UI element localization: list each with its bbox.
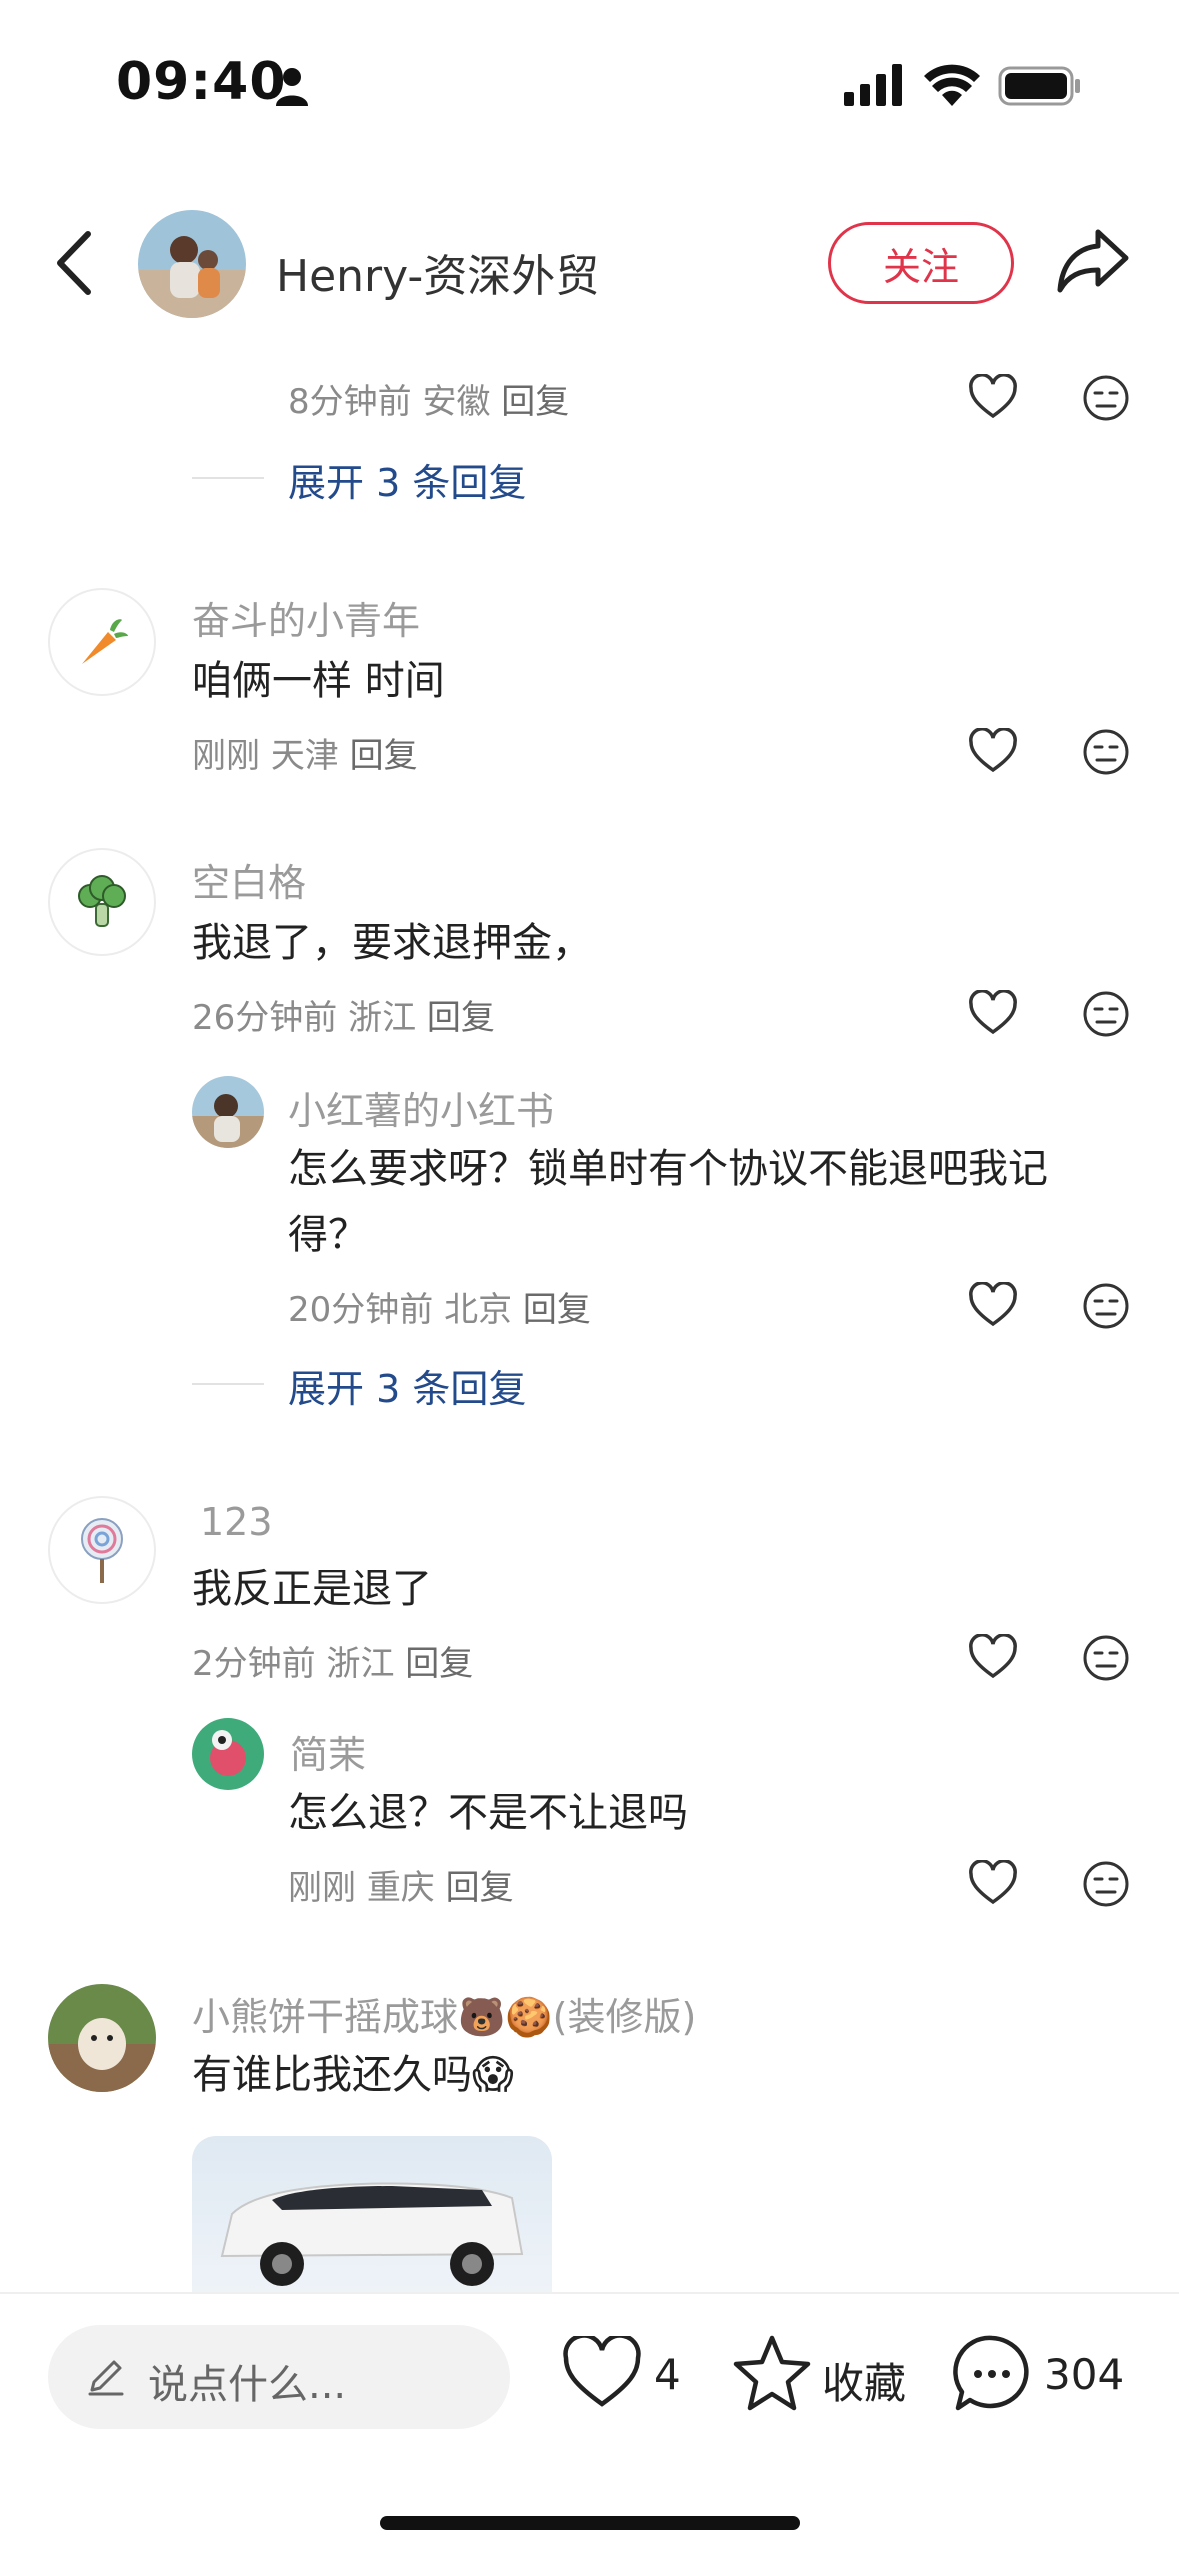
comment-location: 浙江 <box>348 998 417 1038</box>
comment-time: 8分钟前 <box>288 382 412 422</box>
reply-meta: 刚刚 重庆 回复 <box>288 1860 514 1909</box>
avatar[interactable] <box>48 848 156 956</box>
comment-text: 我反正是退了 <box>192 1566 432 1612</box>
like-icon[interactable] <box>968 728 1018 774</box>
lollipop-icon <box>81 1518 123 1583</box>
avatar[interactable] <box>48 588 156 696</box>
reply-button[interactable]: 回复 <box>405 1644 473 1684</box>
reply-text: 怎么要求呀？锁单时有个协议不能退吧我记 得？ <box>288 1136 1048 1268</box>
comment-username[interactable]: 小熊饼干摇成球🐻🍪(装修版) <box>192 1986 696 2041</box>
comment-time: 刚刚 <box>192 736 260 776</box>
comment-time: 26分钟前 <box>192 998 338 1038</box>
comment-meta: 刚刚 天津 回复 <box>192 728 418 777</box>
comment-location: 天津 <box>270 736 339 776</box>
comment-username[interactable]: 空白格 <box>192 852 306 907</box>
follow-button[interactable]: 关注 <box>828 222 1014 304</box>
expand-replies-link[interactable]: 展开 3 条回复 <box>288 452 526 507</box>
collect-label[interactable]: 收藏 <box>822 2350 906 2411</box>
home-indicator[interactable] <box>380 2516 800 2530</box>
reply-button[interactable]: 回复 <box>427 998 495 1038</box>
comment-meta: 2分钟前 浙江 回复 <box>192 1636 473 1685</box>
expand-divider <box>192 477 264 479</box>
pencil-icon <box>88 2360 124 2396</box>
like-icon[interactable] <box>968 1634 1018 1680</box>
avatar[interactable] <box>192 1718 264 1790</box>
status-time: 09:40 <box>116 52 287 112</box>
carrot-icon <box>82 619 128 664</box>
comment-username[interactable]: 奋斗的小青年 <box>192 590 420 645</box>
comment-username[interactable]: 123 <box>200 1500 273 1544</box>
reply-time: 20分钟前 <box>288 1290 434 1330</box>
reply-time: 刚刚 <box>288 1868 356 1908</box>
reply-username[interactable]: 小红薯的小红书 <box>288 1080 554 1135</box>
comment-input-placeholder[interactable]: 说点什么... <box>148 2352 346 2410</box>
reply-button[interactable]: 回复 <box>350 736 418 776</box>
dislike-face-icon[interactable] <box>1082 990 1130 1038</box>
reply-text-line1: 怎么要求呀？锁单时有个协议不能退吧我记 <box>288 1146 1048 1192</box>
reply-button[interactable]: 回复 <box>446 1868 514 1908</box>
reply-text-line2: 得？ <box>288 1212 368 1258</box>
heart-icon[interactable] <box>562 2336 642 2410</box>
comment-text: 我退了，要求退押金， <box>192 920 592 966</box>
bottom-divider <box>0 2292 1179 2294</box>
comment-text: 咱俩一样 时间 <box>192 658 445 704</box>
reply-button[interactable]: 回复 <box>501 382 569 422</box>
back-chevron-icon[interactable] <box>54 230 94 296</box>
reply-location: 北京 <box>444 1290 513 1330</box>
cellular-signal-icon <box>844 64 902 106</box>
comment-meta: 26分钟前 浙江 回复 <box>192 990 495 1039</box>
dislike-face-icon[interactable] <box>1082 728 1130 776</box>
comment-location: 安徽 <box>422 382 491 422</box>
like-icon[interactable] <box>968 374 1018 420</box>
reply-username[interactable]: 简茉 <box>290 1724 366 1779</box>
dislike-face-icon[interactable] <box>1082 1860 1130 1908</box>
comment-image-car[interactable] <box>192 2136 552 2292</box>
dislike-face-icon[interactable] <box>1082 1282 1130 1330</box>
avatar[interactable] <box>192 1076 264 1148</box>
star-icon[interactable] <box>732 2334 812 2412</box>
expand-divider <box>192 1383 264 1385</box>
reply-text: 怎么退？不是不让退吗 <box>288 1790 688 1836</box>
avatar[interactable] <box>48 1984 156 2092</box>
dislike-face-icon[interactable] <box>1082 1634 1130 1682</box>
comment-time: 2分钟前 <box>192 1644 316 1684</box>
like-count[interactable]: 4 <box>654 2350 681 2399</box>
comment-bubble-icon[interactable] <box>952 2334 1032 2412</box>
wifi-icon <box>924 64 980 106</box>
comment-location: 浙江 <box>326 1644 395 1684</box>
like-icon[interactable] <box>968 1282 1018 1328</box>
author-avatar[interactable] <box>138 210 246 318</box>
battery-icon <box>998 66 1080 106</box>
reply-location: 重庆 <box>366 1868 435 1908</box>
person-icon <box>276 68 308 106</box>
broccoli-icon <box>78 875 126 927</box>
dislike-face-icon[interactable] <box>1082 374 1130 422</box>
comment-count[interactable]: 304 <box>1044 2350 1124 2399</box>
like-icon[interactable] <box>968 1860 1018 1906</box>
comment-text: 有谁比我还久吗😱 <box>192 2052 514 2098</box>
reply-meta: 20分钟前 北京 回复 <box>288 1282 591 1331</box>
reply-button[interactable]: 回复 <box>523 1290 591 1330</box>
expand-replies-link[interactable]: 展开 3 条回复 <box>288 1358 526 1413</box>
share-icon[interactable] <box>1056 226 1130 296</box>
like-icon[interactable] <box>968 990 1018 1036</box>
comment-meta: 8分钟前 安徽 回复 <box>288 374 569 423</box>
author-name[interactable]: Henry-资深外贸 <box>276 240 599 304</box>
avatar[interactable] <box>48 1496 156 1604</box>
